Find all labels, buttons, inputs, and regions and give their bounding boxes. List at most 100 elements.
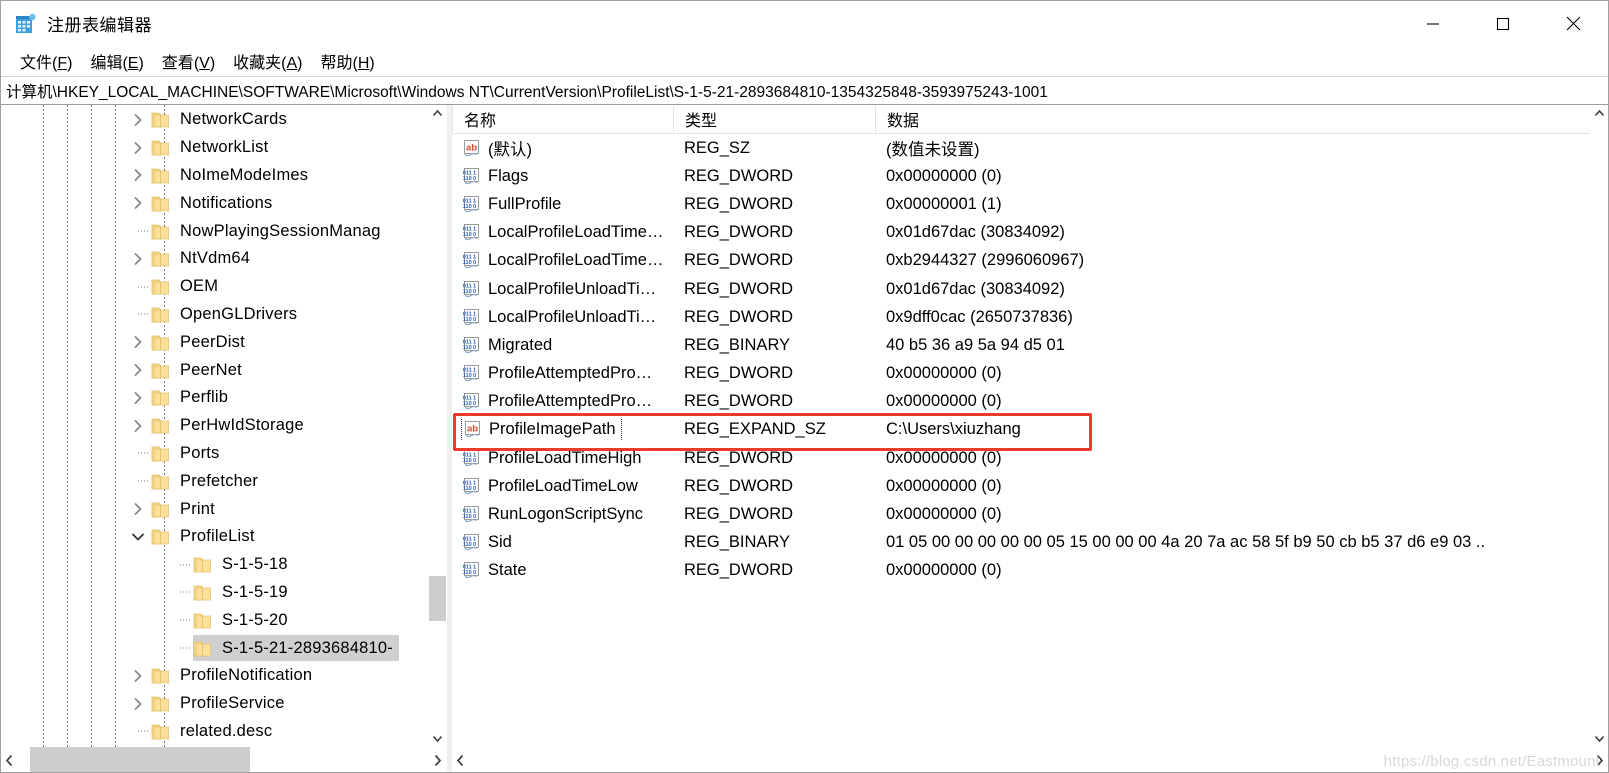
- tree-hscroll-left-icon[interactable]: [1, 747, 18, 772]
- value-row[interactable]: 011 110 1 0 LocalProfileLoadTime… REG_DWORD 0x…: [452, 219, 1591, 247]
- tree-item-content[interactable]: NowPlayingSessionManag: [151, 218, 387, 244]
- tree-item-content[interactable]: Prefetcher: [151, 468, 264, 494]
- value-row[interactable]: ab ProfileImagePath REG_EXPAND_SZ C:\Users\…: [452, 416, 1591, 444]
- value-list-viewport[interactable]: 名称 类型 数据 ab (默认) REG_SZ (数值未设置) 011 110 1 0 Flag…: [452, 105, 1591, 747]
- tree-item[interactable]: Ports: [1, 440, 429, 468]
- tree-item-content[interactable]: NtVdm64: [151, 246, 256, 272]
- tree-item-content[interactable]: PeerDist: [151, 329, 251, 355]
- chevron-right-icon[interactable]: [125, 335, 151, 349]
- tree-item[interactable]: S-1-5-19: [1, 579, 429, 607]
- tree-item-content[interactable]: NoImeModeImes: [151, 162, 314, 188]
- tree-item[interactable]: related.desc: [1, 718, 429, 746]
- list-scroll-up-icon[interactable]: [1591, 105, 1608, 122]
- chevron-right-icon[interactable]: [125, 363, 151, 377]
- value-row[interactable]: 011 110 1 0 ProfileAttemptedPro… REG_DWORD 0x0…: [452, 360, 1591, 388]
- menu-item-favorites[interactable]: 收藏夹(A): [224, 47, 311, 75]
- tree-item[interactable]: Notifications: [1, 189, 429, 217]
- list-scroll-down-icon[interactable]: [1591, 730, 1608, 747]
- tree-hscroll-right-icon[interactable]: [429, 747, 446, 772]
- value-row[interactable]: 011 110 1 0 ProfileLoadTimeHigh REG_DWORD 0x00…: [452, 444, 1591, 472]
- tree-scroll-up-icon[interactable]: [429, 105, 446, 122]
- list-horizontal-scrollbar[interactable]: [452, 747, 1608, 772]
- value-row[interactable]: ab (默认) REG_SZ (数值未设置): [452, 134, 1591, 162]
- tree-item[interactable]: PeerDist: [1, 328, 429, 356]
- tree-item[interactable]: Prefetcher: [1, 467, 429, 495]
- tree-item[interactable]: OpenGLDrivers: [1, 301, 429, 329]
- address-bar[interactable]: 计算机\HKEY_LOCAL_MACHINE\SOFTWARE\Microsof…: [1, 76, 1608, 105]
- column-header-name[interactable]: 名称: [452, 106, 673, 132]
- tree-scroll-thumb[interactable]: [429, 576, 446, 621]
- chevron-right-icon[interactable]: [125, 419, 151, 433]
- tree-item-content[interactable]: S-1-5-18: [193, 552, 294, 578]
- tree-item-content[interactable]: related.desc: [151, 718, 278, 744]
- tree-item-content[interactable]: ProfileList: [151, 524, 261, 550]
- tree-item[interactable]: OEM: [1, 273, 429, 301]
- tree-horizontal-scrollbar[interactable]: [1, 747, 446, 772]
- menu-item-help[interactable]: 帮助(H): [311, 47, 383, 75]
- tree-item[interactable]: NtVdm64: [1, 245, 429, 273]
- list-hscroll-left-icon[interactable]: [452, 747, 469, 772]
- chevron-right-icon[interactable]: [125, 252, 151, 266]
- tree-item-content[interactable]: OEM: [151, 274, 224, 300]
- tree-item-content[interactable]: Print: [151, 496, 221, 522]
- tree-item[interactable]: ProfileList: [1, 523, 429, 551]
- chevron-right-icon[interactable]: [125, 196, 151, 210]
- chevron-right-icon[interactable]: [125, 391, 151, 405]
- chevron-right-icon[interactable]: [125, 141, 151, 155]
- tree-item-content[interactable]: S-1-5-20: [193, 607, 294, 633]
- value-row[interactable]: 011 110 1 0 ProfileLoadTimeLow REG_DWORD 0x000…: [452, 472, 1591, 500]
- tree-hscroll-thumb[interactable]: [30, 747, 250, 772]
- tree-item-content[interactable]: PeerNet: [151, 357, 248, 383]
- value-row[interactable]: 011 110 1 0 State REG_DWORD 0x00000000 (0): [452, 557, 1591, 585]
- minimize-button[interactable]: [1398, 1, 1468, 46]
- close-button[interactable]: [1538, 1, 1608, 46]
- value-row[interactable]: 011 110 1 0 Sid REG_BINARY 01 05 00 00 00 00 0…: [452, 529, 1591, 557]
- value-row[interactable]: 011 110 1 0 Flags REG_DWORD 0x00000000 (0): [452, 162, 1591, 190]
- tree-item-content[interactable]: PerHwIdStorage: [151, 413, 310, 439]
- tree-scroll-down-icon[interactable]: [429, 730, 446, 747]
- chevron-right-icon[interactable]: [125, 502, 151, 516]
- value-row[interactable]: 011 110 1 0 Migrated REG_BINARY 40 b5 36 a9 5a…: [452, 331, 1591, 359]
- column-header-type[interactable]: 类型: [673, 106, 875, 132]
- key-tree-viewport[interactable]: NetworkCards NetworkList NoImeModeImes Noti…: [1, 105, 429, 747]
- tree-item[interactable]: Print: [1, 495, 429, 523]
- chevron-right-icon[interactable]: [125, 113, 151, 127]
- value-row[interactable]: 011 110 1 0 LocalProfileLoadTime… REG_DWORD 0x…: [452, 247, 1591, 275]
- tree-item-content[interactable]: Notifications: [151, 190, 278, 216]
- tree-item-content[interactable]: NetworkCards: [151, 107, 293, 133]
- tree-item[interactable]: S-1-5-21-2893684810-: [1, 634, 429, 662]
- tree-item-content[interactable]: ProfileNotification: [151, 663, 318, 689]
- column-header-data[interactable]: 数据: [875, 106, 1591, 132]
- chevron-right-icon[interactable]: [125, 168, 151, 182]
- value-row[interactable]: 011 110 1 0 ProfileAttemptedPro… REG_DWORD 0x0…: [452, 388, 1591, 416]
- menu-item-file[interactable]: 文件(F): [11, 47, 81, 75]
- tree-item-content[interactable]: OpenGLDrivers: [151, 301, 303, 327]
- maximize-button[interactable]: [1468, 1, 1538, 46]
- tree-item[interactable]: S-1-5-20: [1, 606, 429, 634]
- menu-item-view[interactable]: 查看(V): [153, 47, 224, 75]
- tree-item-content[interactable]: S-1-5-21-2893684810-: [193, 635, 399, 662]
- list-vertical-scrollbar[interactable]: [1590, 105, 1608, 747]
- value-row[interactable]: 011 110 1 0 FullProfile REG_DWORD 0x00000001 (…: [452, 190, 1591, 218]
- tree-item[interactable]: S-1-5-18: [1, 551, 429, 579]
- chevron-right-icon[interactable]: [125, 697, 151, 711]
- tree-item[interactable]: NowPlayingSessionManag: [1, 217, 429, 245]
- tree-item-content[interactable]: Ports: [151, 440, 226, 466]
- value-row[interactable]: 011 110 1 0 LocalProfileUnloadTi… REG_DWORD 0x…: [452, 275, 1591, 303]
- tree-item-content[interactable]: Perflib: [151, 385, 234, 411]
- tree-item[interactable]: PerHwIdStorage: [1, 412, 429, 440]
- tree-item-content[interactable]: NetworkList: [151, 135, 274, 161]
- tree-item-content[interactable]: S-1-5-19: [193, 579, 294, 605]
- value-row[interactable]: 011 110 1 0 LocalProfileUnloadTi… REG_DWORD 0x…: [452, 303, 1591, 331]
- tree-item-content[interactable]: ProfileService: [151, 691, 291, 717]
- chevron-down-icon[interactable]: [125, 531, 151, 543]
- tree-item[interactable]: ProfileService: [1, 690, 429, 718]
- tree-item[interactable]: NetworkCards: [1, 106, 429, 134]
- tree-item[interactable]: ProfileNotification: [1, 662, 429, 690]
- chevron-right-icon[interactable]: [125, 669, 151, 683]
- tree-item[interactable]: PeerNet: [1, 356, 429, 384]
- tree-item[interactable]: Perflib: [1, 384, 429, 412]
- tree-item[interactable]: NoImeModeImes: [1, 162, 429, 190]
- menu-item-edit[interactable]: 编辑(E): [81, 47, 152, 75]
- value-row[interactable]: 011 110 1 0 RunLogonScriptSync REG_DWORD 0x000…: [452, 500, 1591, 528]
